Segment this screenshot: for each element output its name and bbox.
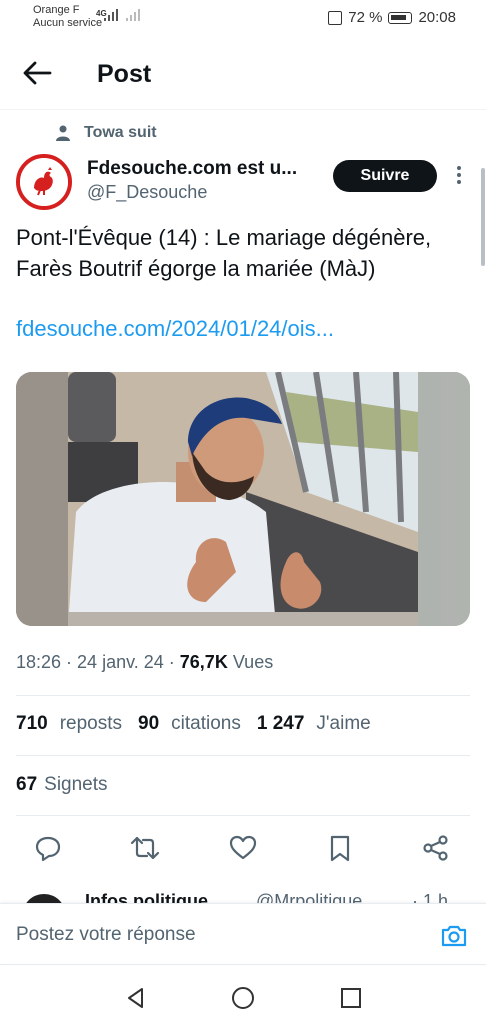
camera-icon[interactable]: [440, 924, 468, 948]
next-post-preview[interactable]: Infos politique @Mrpolitique · 1 h: [0, 886, 486, 904]
social-context-label: Towa suit: [84, 124, 157, 141]
reposts-stat[interactable]: 710 reposts: [16, 713, 122, 735]
vibrate-icon: [328, 10, 343, 25]
divider: [16, 815, 470, 816]
likes-label: J'aime: [316, 713, 371, 734]
carrier-info: Orange F Aucun service: [33, 4, 102, 30]
likes-stat[interactable]: 1 247 J'aime: [257, 713, 371, 735]
battery-percent: 72 %: [348, 9, 383, 26]
battery-icon: [388, 11, 413, 24]
rooster-logo-icon: [20, 158, 68, 206]
page-title: Post: [97, 60, 152, 88]
bookmarks-label: Signets: [44, 774, 108, 795]
photo-man-in-car: [16, 372, 470, 626]
divider: [16, 695, 470, 696]
back-arrow-icon[interactable]: [22, 60, 52, 86]
author-avatar[interactable]: [16, 154, 72, 210]
more-options-icon[interactable]: [452, 166, 466, 188]
author-name[interactable]: Fdesouche.com est u...: [87, 158, 297, 180]
signal-icon: [104, 9, 118, 21]
post-time[interactable]: 18:26: [16, 652, 61, 672]
post-link[interactable]: fdesouche.com/2024/01/24/ois...: [16, 316, 334, 342]
carrier-service: Aucun service: [33, 17, 103, 29]
scrollbar[interactable]: [481, 168, 485, 266]
bookmarks-stat[interactable]: 67 Signets: [16, 774, 108, 796]
action-bar: [0, 830, 486, 870]
signal-secondary-icon: [126, 9, 140, 21]
top-bar: Post: [0, 36, 486, 110]
views-label: Vues: [232, 652, 274, 672]
likes-count: 1 247: [256, 713, 305, 734]
repost-icon[interactable]: [127, 830, 163, 866]
author-handle[interactable]: @F_Desouche: [87, 182, 207, 203]
reposts-count: 710: [16, 713, 48, 734]
views-count: 76,7K: [179, 652, 228, 672]
bookmarks-count: 67: [16, 774, 38, 795]
like-icon[interactable]: [225, 830, 261, 866]
social-context[interactable]: Towa suit: [56, 124, 157, 142]
bookmark-icon[interactable]: [322, 830, 358, 866]
post-meta: 18:26 · 24 janv. 24 · 76,7K Vues: [16, 652, 274, 672]
nav-back-icon[interactable]: [124, 986, 148, 1010]
quotes-stat[interactable]: 90 citations: [138, 713, 241, 735]
reply-input[interactable]: [16, 924, 416, 946]
system-nav-bar: [0, 966, 486, 1024]
quotes-count: 90: [138, 713, 160, 734]
reposts-label: reposts: [59, 713, 123, 734]
reply-icon[interactable]: [30, 830, 66, 866]
post-image[interactable]: [16, 372, 470, 626]
post-text: Pont-l'Évêque (14) : Le mariage dégénère…: [16, 225, 432, 281]
share-icon[interactable]: [418, 830, 454, 866]
post-date[interactable]: 24 janv. 24: [77, 652, 164, 672]
nav-home-icon[interactable]: [231, 986, 255, 1010]
follow-button[interactable]: Suivre: [333, 160, 437, 192]
status-bar: Orange F Aucun service 4G 72 % 20:08: [0, 0, 486, 36]
divider: [16, 755, 470, 756]
reply-composer: [0, 903, 486, 965]
carrier-name: Orange F: [33, 4, 80, 16]
quotes-label: citations: [171, 713, 241, 734]
engagement-stats: 710 reposts 90 citations 1 247 J'aime: [16, 713, 371, 735]
nav-recents-icon[interactable]: [339, 986, 363, 1010]
person-icon: [56, 125, 70, 141]
clock: 20:08: [418, 9, 456, 26]
